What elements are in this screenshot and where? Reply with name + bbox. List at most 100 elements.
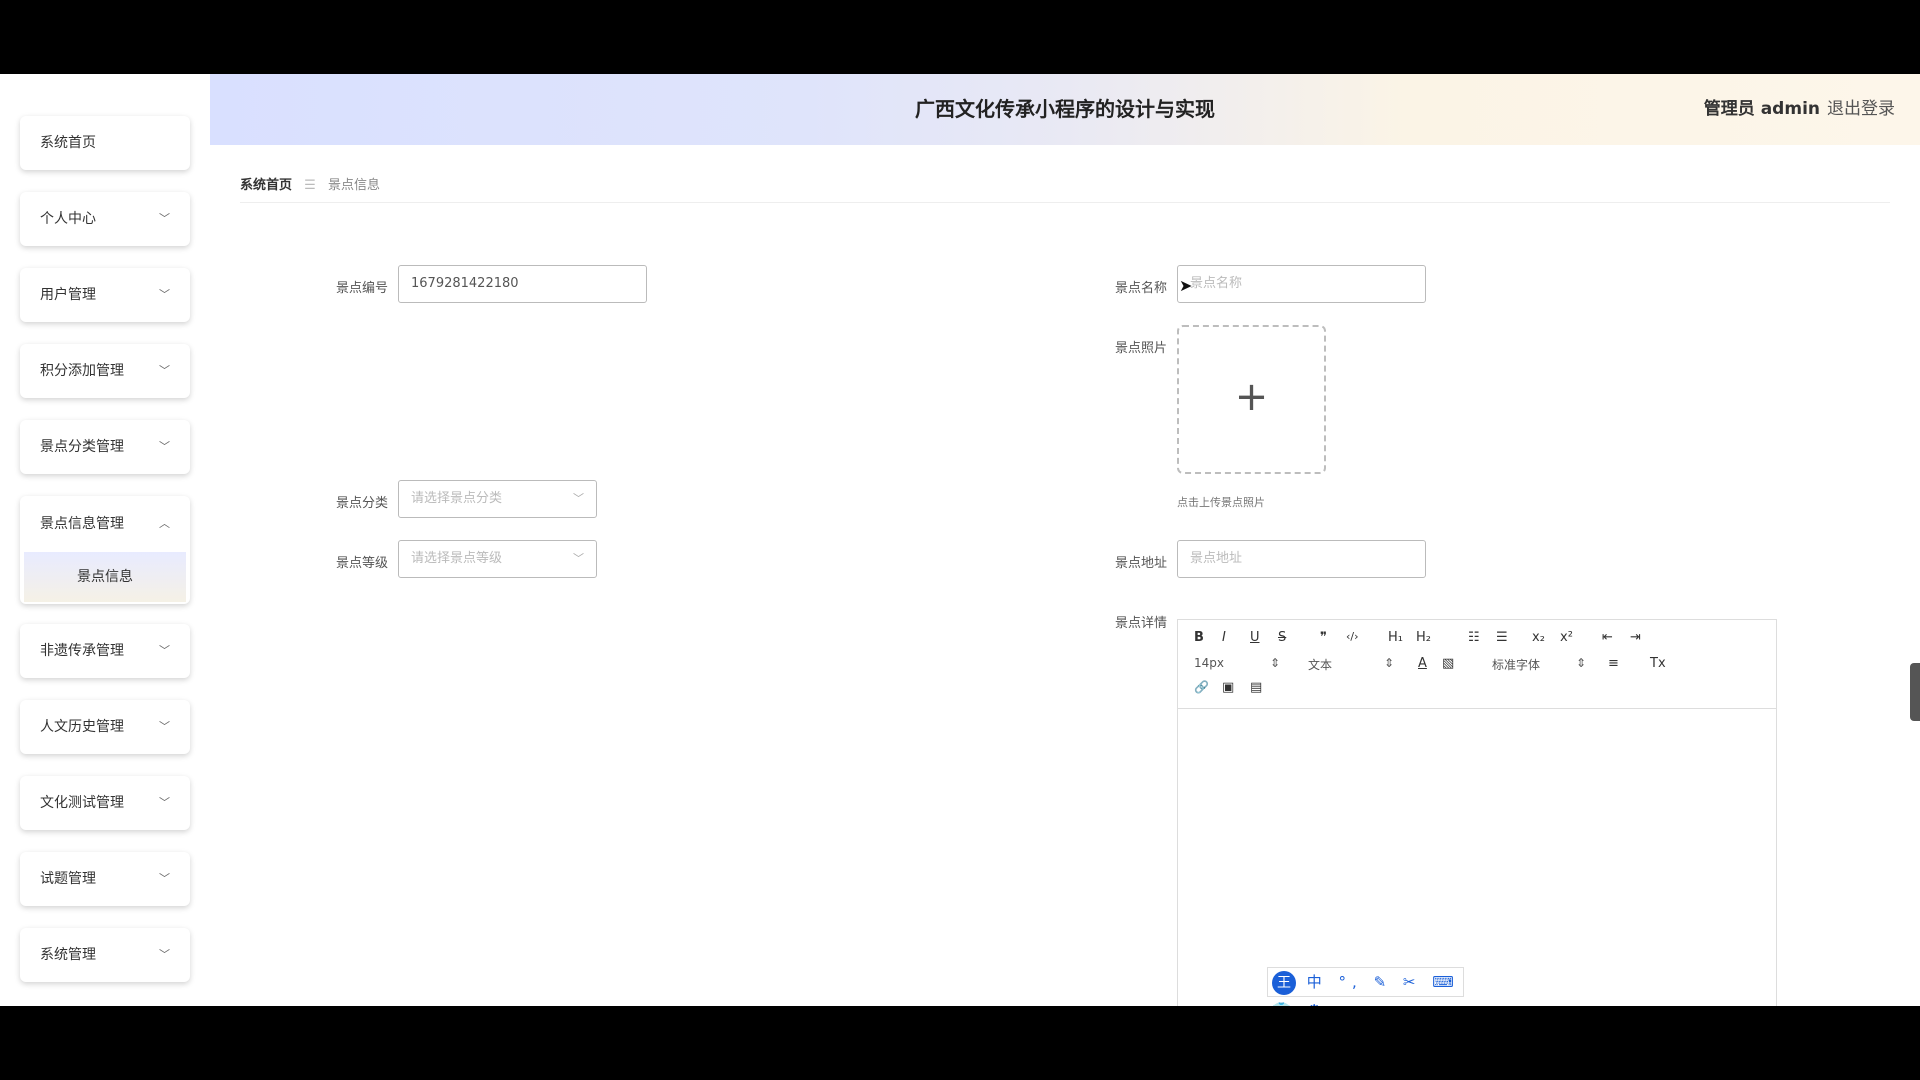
ime-logo-icon: 王 [1272,970,1296,995]
code-label: 景点编号 [335,281,388,296]
ime-toolbar[interactable]: 王 中 °, ✎ ✂ ⌨ 👕 ⚙ [1267,967,1464,1006]
chevron-up-icon: ︿ [159,517,170,530]
heading1-icon[interactable]: H₁ [1388,630,1403,645]
bold-icon[interactable]: B [1194,630,1204,645]
sidebar-item-user-management[interactable]: 用户管理 ﹀ [20,268,190,322]
app-screen: 系统首页 个人中心 ﹀ 用户管理 ﹀ 积分添加管理 ﹀ 景点分类管理 ﹀ 景点信… [0,74,1920,1006]
chevron-down-icon: ﹀ [159,796,170,809]
sidebar-item-culture-test-management[interactable]: 文化测试管理 ﹀ [20,776,190,830]
chevron-down-icon: ﹀ [159,720,170,733]
name-label: 景点名称 [1114,281,1167,296]
sidebar-item-label: 用户管理 [40,287,96,303]
plus-icon: + [1234,374,1269,420]
photo-label: 景点照片 [1114,341,1167,356]
sidebar-group-attraction-info: 景点信息管理 ︿ 景点信息 [20,496,190,604]
heading-value: 文本 [1308,658,1333,672]
font-family-select[interactable]: 标准字体 [1492,656,1540,673]
chevron-down-icon: ﹀ [573,552,584,565]
sidebar-item-history-management[interactable]: 人文历史管理 ﹀ [20,700,190,754]
font-family-value: 标准字体 [1492,658,1541,672]
select-arrow-icon: ⇕ [1576,656,1587,670]
photo-upload-button[interactable]: + [1177,325,1326,474]
level-label: 景点等级 [335,556,388,571]
background-color-icon[interactable]: ▧ [1442,656,1454,671]
category-select[interactable]: 请选择景点分类 ﹀ [398,480,597,518]
sidebar-item-label: 景点信息管理 [40,516,124,532]
bullet-list-icon[interactable]: ☰ [1496,630,1508,645]
video-icon[interactable]: ▤ [1250,680,1262,695]
chevron-down-icon: ﹀ [159,212,170,225]
font-size-value: 14px [1194,656,1224,670]
chevron-down-icon: ﹀ [159,644,170,657]
sidebar-item-heritage-management[interactable]: 非遗传承管理 ﹀ [20,624,190,678]
mouse-cursor-icon: ➤ [1179,276,1193,295]
chevron-down-icon: ﹀ [159,948,170,961]
sidebar-item-label: 个人中心 [40,211,96,227]
name-placeholder: 景点名称 [1190,276,1243,291]
chevron-down-icon: ﹀ [573,492,584,505]
font-color-icon[interactable]: A [1418,656,1427,671]
align-icon[interactable]: ≡ [1608,656,1619,671]
top-header: 广西文化传承小程序的设计与实现 管理员 admin 退出登录 [210,74,1920,145]
name-input[interactable]: 景点名称 [1177,265,1426,303]
breadcrumb-current: 景点信息 [327,178,380,193]
address-placeholder: 景点地址 [1190,551,1243,566]
breadcrumb-home[interactable]: 系统首页 [240,178,292,193]
sidebar-item-label: 系统首页 [40,135,96,151]
side-drawer-handle[interactable] [1910,663,1920,721]
subscript-icon[interactable]: x₂ [1532,630,1545,645]
level-select[interactable]: 请选择景点等级 ﹀ [398,540,597,578]
editor-content-area[interactable] [1178,709,1776,1006]
sidebar-item-attraction-info-management[interactable]: 景点信息管理 ︿ [20,496,190,552]
font-size-select[interactable]: 14px [1194,656,1224,670]
sidebar-item-question-management[interactable]: 试题管理 ﹀ [20,852,190,906]
heading-select[interactable]: 文本 [1308,656,1332,673]
underline-icon[interactable]: U [1250,630,1260,645]
divider [240,202,1890,203]
user-info: 管理员 admin [1703,99,1820,119]
superscript-icon[interactable]: x² [1560,630,1573,645]
ordered-list-icon[interactable]: ☷ [1468,630,1480,645]
category-label: 景点分类 [335,496,388,511]
image-icon[interactable]: ▣ [1222,680,1234,695]
code-value: 1679281422180 [411,276,519,291]
sidebar-item-label: 景点分类管理 [40,439,124,455]
link-icon[interactable]: 🔗 [1194,680,1209,694]
breadcrumb: 系统首页 ☰ 景点信息 [240,174,380,193]
sidebar-item-home[interactable]: 系统首页 [20,116,190,170]
category-placeholder: 请选择景点分类 [411,491,503,506]
blockquote-icon[interactable]: ❞ [1320,630,1327,645]
chevron-down-icon: ﹀ [159,872,170,885]
address-label: 景点地址 [1114,556,1167,571]
photo-upload-hint: 点击上传景点照片 [1177,496,1265,509]
logout-link[interactable]: 退出登录 [1827,74,1895,145]
sidebar-item-category-management[interactable]: 景点分类管理 ﹀ [20,420,190,474]
breadcrumb-separator-icon: ☰ [304,178,316,193]
rich-text-editor: B I U S ❞ ‹/› H₁ H₂ ☷ ☰ x₂ x² ⇤ ⇥ 14px ⇕… [1177,619,1777,1006]
outdent-icon[interactable]: ⇤ [1602,630,1613,645]
editor-toolbar: B I U S ❞ ‹/› H₁ H₂ ☷ ☰ x₂ x² ⇤ ⇥ 14px ⇕… [1178,620,1776,709]
indent-icon[interactable]: ⇥ [1630,630,1641,645]
sidebar-item-points-management[interactable]: 积分添加管理 ﹀ [20,344,190,398]
sidebar-item-label: 积分添加管理 [40,363,124,379]
sidebar-item-label: 非遗传承管理 [40,643,124,659]
sidebar-item-personal-center[interactable]: 个人中心 ﹀ [20,192,190,246]
clear-format-icon[interactable]: Tx [1650,656,1666,671]
sidebar-item-system-management[interactable]: 系统管理 ﹀ [20,928,190,982]
code-input[interactable]: 1679281422180 [398,265,647,303]
sidebar-item-label: 人文历史管理 [40,719,124,735]
sidebar-subitem-attraction-info[interactable]: 景点信息 [24,552,186,602]
select-arrow-icon: ⇕ [1270,656,1281,670]
sidebar: 系统首页 个人中心 ﹀ 用户管理 ﹀ 积分添加管理 ﹀ 景点分类管理 ﹀ 景点信… [0,74,210,1006]
chevron-down-icon: ﹀ [159,364,170,377]
italic-icon[interactable]: I [1222,630,1226,645]
heading2-icon[interactable]: H₂ [1416,630,1431,645]
sidebar-item-label: 系统管理 [40,947,96,963]
page-title: 广西文化传承小程序的设计与实现 [915,97,1215,121]
chevron-down-icon: ﹀ [159,288,170,301]
strike-icon[interactable]: S [1278,630,1286,645]
level-placeholder: 请选择景点等级 [411,551,503,566]
chevron-down-icon: ﹀ [159,440,170,453]
address-input[interactable]: 景点地址 [1177,540,1426,578]
code-block-icon[interactable]: ‹/› [1346,630,1359,643]
